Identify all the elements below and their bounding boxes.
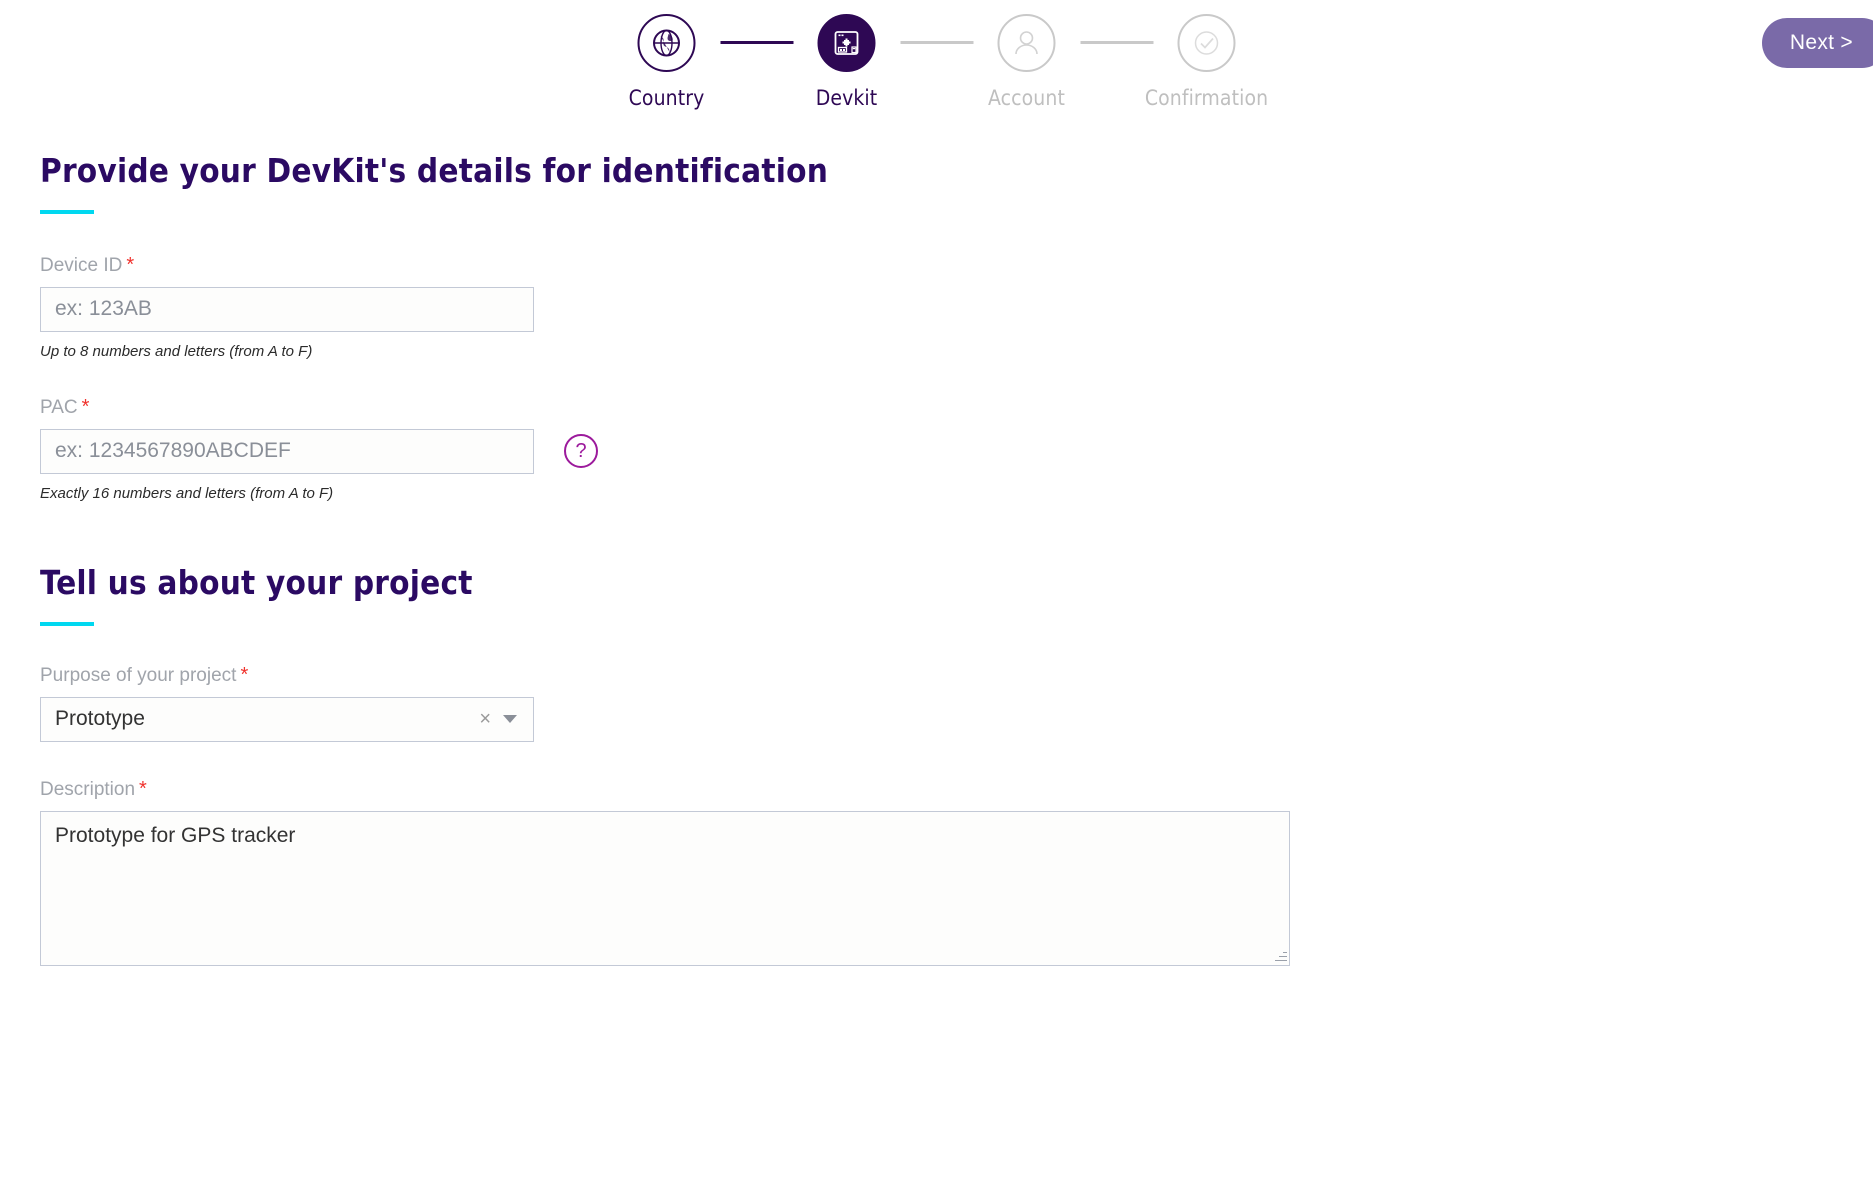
step-confirmation[interactable]: Confirmation	[1145, 14, 1268, 110]
page-title: Provide your DevKit's details for identi…	[40, 151, 829, 190]
device-id-required: *	[126, 253, 135, 276]
pac-field: PAC* ? Exactly 16 numbers and letters (f…	[40, 396, 1873, 502]
step-country-label: Country	[628, 86, 705, 110]
purpose-selected-value: Prototype	[55, 707, 145, 731]
pac-label-text: PAC	[40, 396, 78, 418]
purpose-field: Purpose of your project * Prototype ×	[40, 664, 1873, 742]
step-confirmation-label: Confirmation	[1144, 86, 1269, 110]
stepper-connector-1	[720, 41, 793, 44]
description-required: *	[139, 777, 147, 800]
pac-help-icon[interactable]: ?	[564, 434, 598, 469]
description-textarea-wrapper	[40, 810, 1290, 966]
purpose-label-text: Purpose of your project	[40, 664, 237, 686]
step-confirmation-circle[interactable]	[1177, 14, 1236, 72]
device-id-label-text: Device ID	[40, 254, 123, 276]
description-label: Description *	[40, 778, 1873, 801]
step-devkit-label: Devkit	[815, 86, 878, 110]
next-button[interactable]: Next >	[1761, 18, 1873, 68]
purpose-select[interactable]: Prototype ×	[40, 696, 534, 742]
device-id-label: Device ID *	[40, 254, 1873, 277]
step-account-circle[interactable]	[997, 14, 1056, 72]
pac-required: *	[81, 395, 90, 418]
device-id-hint: Up to 8 numbers and letters (from A to F…	[40, 342, 313, 360]
pac-label: PAC *	[40, 396, 1873, 419]
check-circle-icon	[1194, 31, 1219, 55]
purpose-required: *	[240, 663, 249, 686]
description-textarea[interactable]	[40, 810, 1290, 966]
device-id-field: Device ID* Up to 8 numbers and letters (…	[40, 254, 1873, 360]
description-label-text: Description	[40, 778, 136, 800]
devkit-board-icon	[834, 31, 859, 55]
pac-hint: Exactly 16 numbers and letters (from A t…	[40, 484, 334, 502]
globe-icon	[653, 29, 680, 57]
step-account[interactable]: Account	[973, 14, 1080, 110]
description-field: Description *	[40, 778, 1873, 966]
project-accent-bar	[40, 621, 94, 626]
step-country[interactable]: Country	[613, 14, 720, 110]
step-devkit-circle[interactable]	[817, 14, 876, 72]
pac-input-row: ?	[40, 428, 1873, 474]
step-country-circle[interactable]	[637, 14, 696, 72]
progress-stepper: Country Devkit Account Confirmation	[613, 14, 1268, 110]
step-devkit[interactable]: Devkit	[793, 14, 900, 110]
stepper-connector-2	[900, 41, 973, 44]
pac-input[interactable]	[40, 428, 534, 474]
purpose-label: Purpose of your project *	[40, 664, 1873, 687]
chevron-down-icon[interactable]	[503, 715, 517, 724]
device-id-input[interactable]	[40, 286, 534, 332]
project-section-title: Tell us about your project	[40, 562, 473, 602]
step-account-label: Account	[988, 86, 1065, 110]
person-icon	[1015, 31, 1038, 55]
clear-icon[interactable]: ×	[479, 709, 491, 729]
stepper-connector-3	[1080, 41, 1153, 44]
form-content: Provide your DevKit's details for identi…	[40, 152, 1873, 966]
title-accent-bar	[40, 209, 94, 214]
stepper-header: Country Devkit Account Confirmation Next…	[0, 0, 1873, 140]
